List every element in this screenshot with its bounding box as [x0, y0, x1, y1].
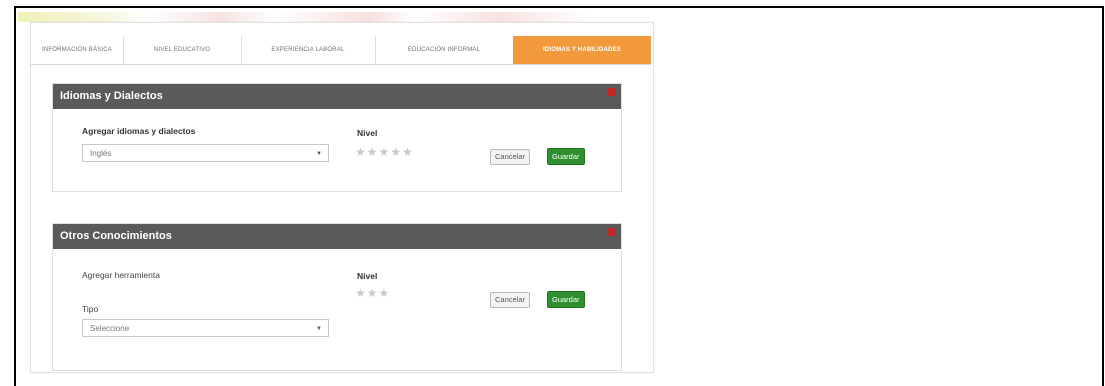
tool-cancel-button[interactable]: Cancelar — [490, 292, 531, 308]
tab-idiomas-y-habilidades[interactable]: IDIOMAS Y HABILIDADES — [513, 36, 651, 64]
language-cancel-button[interactable]: Cancelar — [490, 149, 531, 165]
tab-educacion-informal[interactable]: EDUCACIÓN INFORMAL — [375, 36, 514, 64]
language-select[interactable]: Inglés ▼ — [82, 144, 329, 162]
type-select-value: Seleccione — [90, 324, 130, 333]
tab-experiencia-laboral[interactable]: EXPERIENCIA LABORAL — [241, 36, 376, 64]
knowledge-panel-title: Otros Conocimientos — [60, 230, 172, 242]
tab-bar: INFORMACIÓN BÁSICA NIVEL EDUCATIVO EXPER… — [31, 36, 651, 65]
language-star-rating[interactable]: ★★★★★ — [355, 145, 414, 159]
close-icon[interactable] — [608, 88, 616, 96]
languages-panel-header: Idiomas y Dialectos — [53, 84, 621, 109]
languages-panel-title: Idiomas y Dialectos — [60, 90, 163, 102]
tool-save-button[interactable]: Guardar — [547, 291, 585, 308]
language-field-label: Agregar idiomas y dialectos — [82, 126, 196, 136]
tab-informacion-basica[interactable]: INFORMACIÓN BÁSICA — [31, 36, 124, 64]
language-level-label: Nivel — [357, 128, 378, 138]
chevron-down-icon: ▼ — [316, 151, 322, 157]
tab-nivel-educativo[interactable]: NIVEL EDUCATIVO — [123, 36, 242, 64]
close-icon[interactable] — [608, 228, 616, 236]
languages-panel: Idiomas y Dialectos Agregar idiomas y di… — [52, 83, 622, 192]
tool-star-rating[interactable]: ★★★ — [355, 286, 390, 300]
tool-field-label: Agregar herramienta — [82, 270, 160, 280]
tool-level-label: Nivel — [357, 271, 378, 281]
top-banner-strip — [18, 12, 658, 22]
knowledge-panel-header: Otros Conocimientos — [53, 224, 621, 249]
language-select-value: Inglés — [90, 149, 112, 158]
type-select[interactable]: Seleccione ▼ — [82, 319, 329, 337]
language-save-button[interactable]: Guardar — [547, 148, 585, 165]
knowledge-panel: Otros Conocimientos Agregar herramienta … — [52, 223, 622, 371]
type-field-label: Tipo — [82, 304, 99, 314]
chevron-down-icon: ▼ — [316, 326, 322, 332]
profile-card: INFORMACIÓN BÁSICA NIVEL EDUCATIVO EXPER… — [30, 22, 654, 373]
